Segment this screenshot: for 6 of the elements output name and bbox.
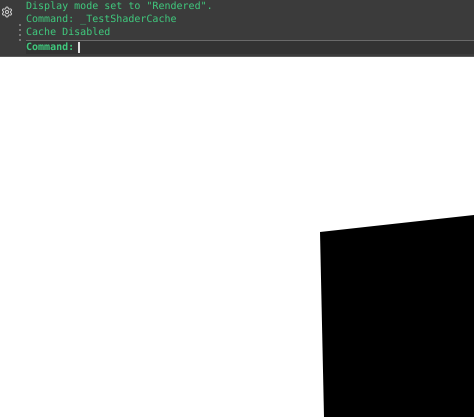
history-line: Command: _TestShaderCache	[26, 13, 178, 26]
settings-icon[interactable]	[1, 6, 13, 18]
history-line: Cache Disabled	[26, 26, 112, 39]
prompt-label: Command:	[26, 41, 74, 54]
history-line: Display mode set to "Rendered".	[26, 0, 214, 13]
text-cursor	[78, 42, 80, 53]
